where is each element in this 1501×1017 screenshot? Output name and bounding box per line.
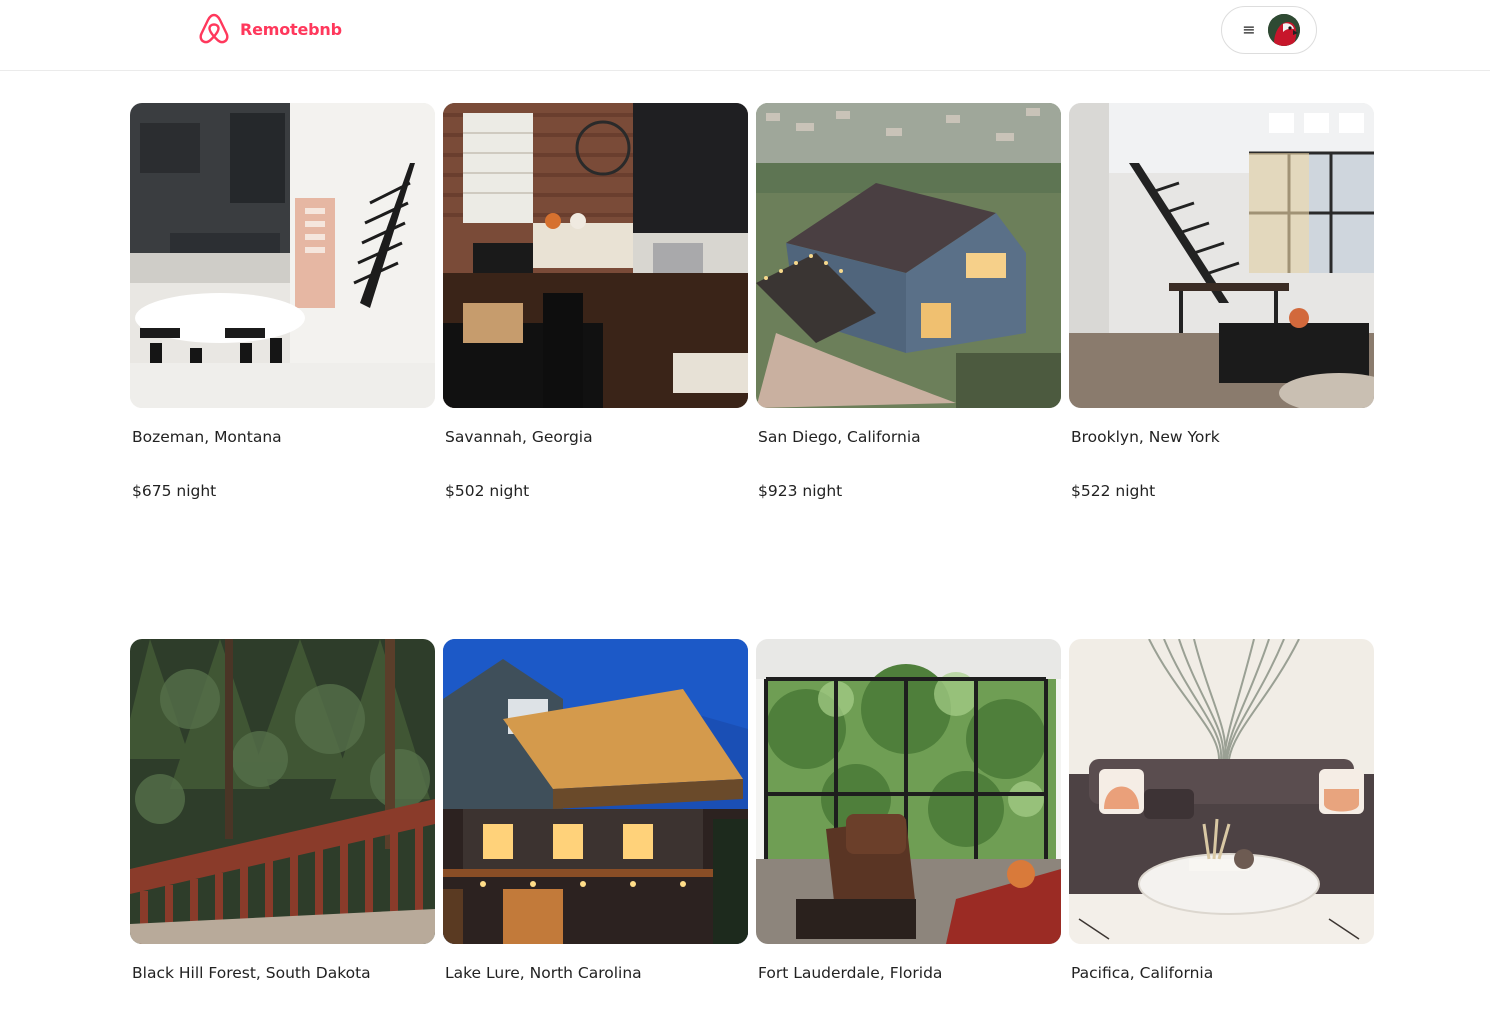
listing-card[interactable]: Fort Lauderdale, Florida	[756, 639, 1061, 1017]
listing-card[interactable]: Bozeman, Montana $675 night	[130, 103, 435, 501]
listing-location: Bozeman, Montana	[132, 428, 282, 446]
listing-photo[interactable]	[756, 103, 1061, 408]
user-avatar	[1268, 14, 1300, 46]
listing-photo[interactable]	[756, 639, 1061, 944]
listing-location: Lake Lure, North Carolina	[445, 964, 642, 982]
listing-card[interactable]: Black Hill Forest, South Dakota	[130, 639, 435, 1017]
hamburger-menu-icon: ≡	[1242, 20, 1256, 39]
listing-card[interactable]: Brooklyn, New York $522 night	[1069, 103, 1374, 501]
listing-photo[interactable]	[130, 103, 435, 408]
user-menu-button[interactable]: ≡	[1221, 6, 1317, 54]
listing-grid: Bozeman, Montana $675 night Savannah, Ge…	[130, 103, 1374, 1017]
listing-location: Fort Lauderdale, Florida	[758, 964, 943, 982]
brand-logo-link[interactable]: Remotebnb	[196, 11, 342, 47]
top-header: Remotebnb ≡	[0, 0, 1490, 71]
listing-photo[interactable]	[443, 639, 748, 944]
listing-price: $502 night	[445, 482, 530, 500]
listing-photo[interactable]	[1069, 639, 1374, 944]
listing-price: $923 night	[758, 482, 843, 500]
listing-location: San Diego, California	[758, 428, 921, 446]
listing-location: Pacifica, California	[1071, 964, 1214, 982]
listing-photo[interactable]	[443, 103, 748, 408]
brand-name: Remotebnb	[240, 19, 342, 39]
listing-location: Brooklyn, New York	[1071, 428, 1220, 446]
listing-card[interactable]: San Diego, California $923 night	[756, 103, 1061, 501]
airbnb-logo-icon	[199, 13, 229, 44]
listing-card[interactable]: Savannah, Georgia $502 night	[443, 103, 748, 501]
listing-price: $675 night	[132, 482, 217, 500]
listing-photo[interactable]	[130, 639, 435, 944]
listing-location: Black Hill Forest, South Dakota	[132, 964, 371, 982]
listing-location: Savannah, Georgia	[445, 428, 593, 446]
listing-card[interactable]: Pacifica, California	[1069, 639, 1374, 1017]
listing-photo[interactable]	[1069, 103, 1374, 408]
listing-price: $522 night	[1071, 482, 1156, 500]
listing-card[interactable]: Lake Lure, North Carolina	[443, 639, 748, 1017]
